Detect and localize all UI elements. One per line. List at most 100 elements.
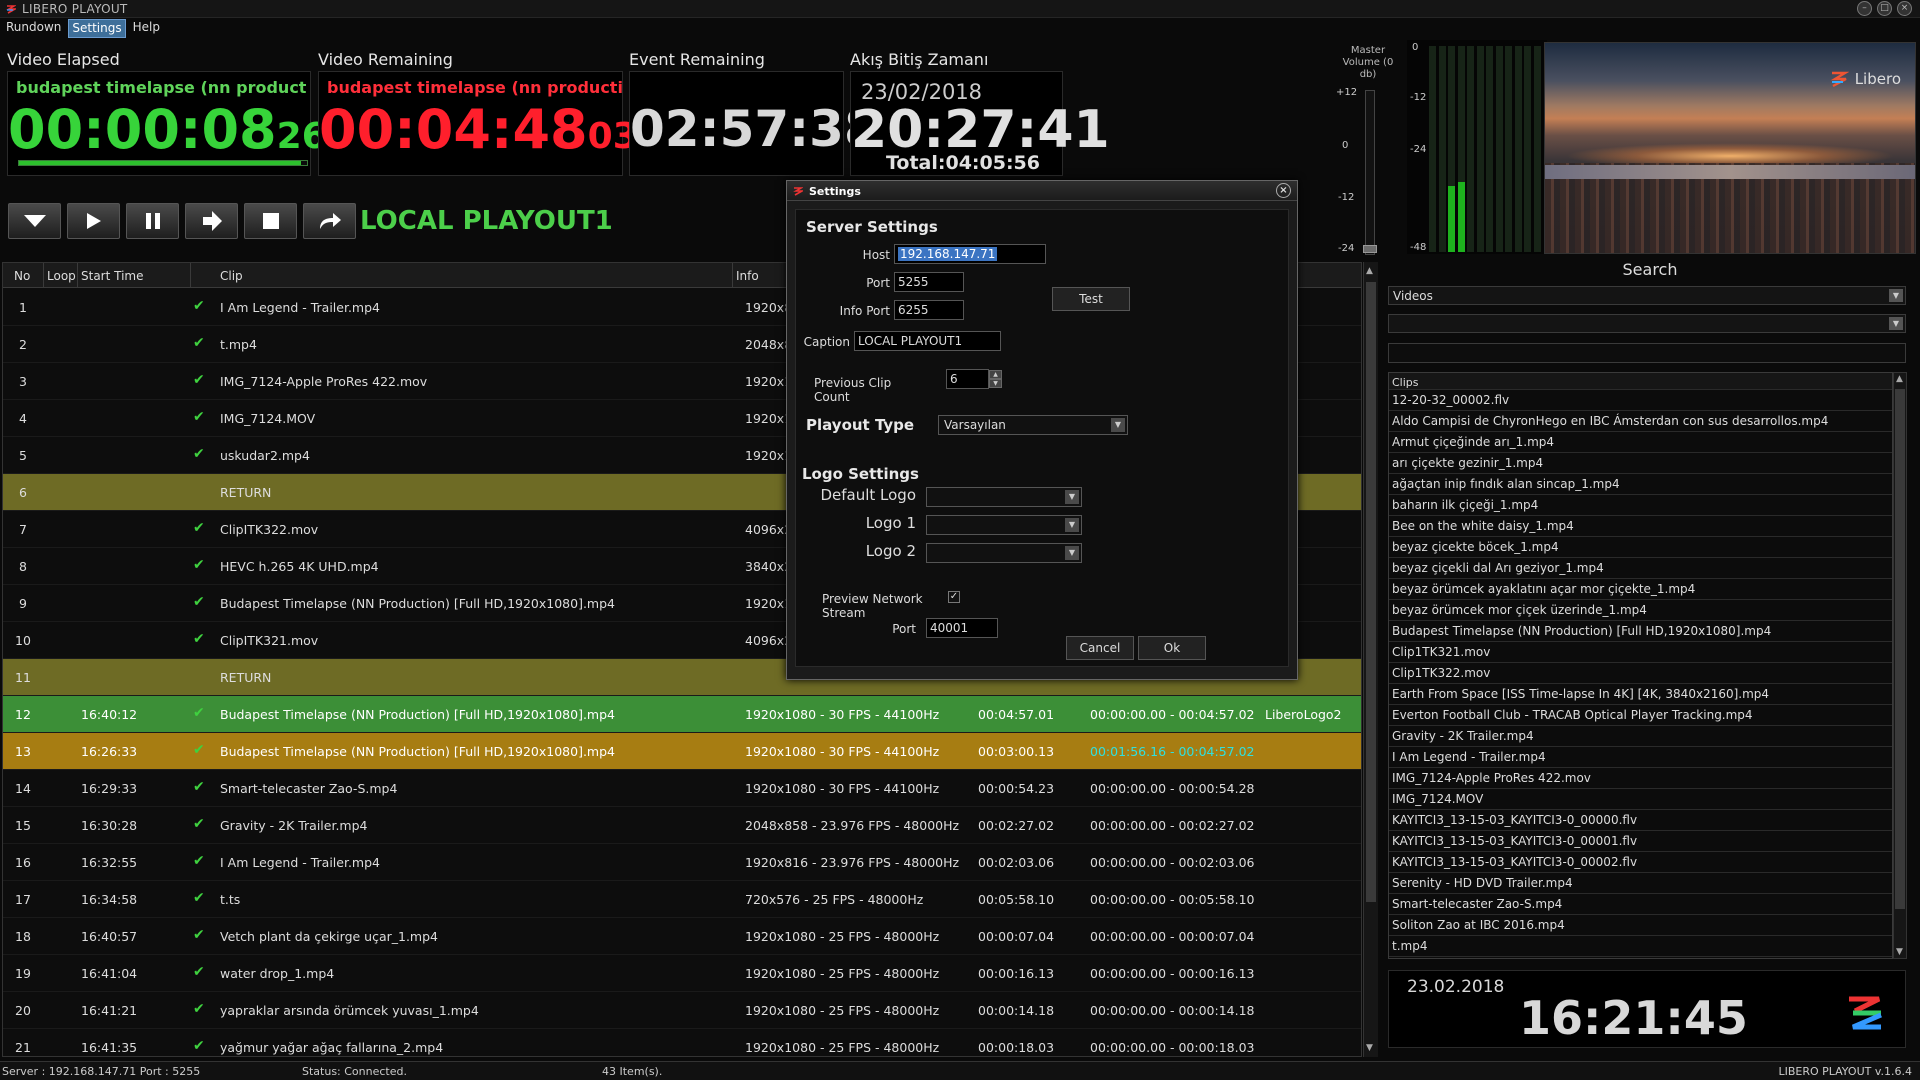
- clips-header[interactable]: Clips: [1389, 373, 1892, 390]
- load-next-button[interactable]: [8, 203, 61, 239]
- table-row[interactable]: 13 16:26:33 Budapest Timelapse (NN Product…: [3, 733, 1361, 770]
- clip-list-item[interactable]: Clip1TK321.mov: [1389, 642, 1892, 663]
- chevron-down-icon[interactable]: ▼: [1111, 418, 1125, 432]
- test-button[interactable]: Test: [1052, 287, 1130, 311]
- clips-scroll-thumb[interactable]: [1895, 389, 1905, 909]
- table-row[interactable]: 20 16:41:21 yapraklar arsında örümcek yuva…: [3, 992, 1361, 1029]
- clip-list-item[interactable]: Everton Football Club - TRACAB Optical P…: [1389, 705, 1892, 726]
- clips-scrollbar[interactable]: ▲ ▼: [1893, 372, 1907, 959]
- clip-list-item[interactable]: baharın ilk çiçeği_1.mp4: [1389, 495, 1892, 516]
- clip-list-item[interactable]: 12-20-32_00002.flv: [1389, 390, 1892, 411]
- logo1-select[interactable]: ▼: [926, 515, 1082, 535]
- column-divider[interactable]: [732, 263, 733, 288]
- table-row[interactable]: 21 16:41:35 yağmur yağar ağaç fallarına_2.…: [3, 1029, 1361, 1056]
- info-port-label: Info Port: [839, 304, 890, 318]
- clip-list-item[interactable]: Budapest Timelapse (NN Production) [Full…: [1389, 621, 1892, 642]
- column-divider[interactable]: [190, 263, 191, 288]
- dialog-close-button[interactable]: ×: [1276, 183, 1291, 198]
- default-logo-select[interactable]: ▼: [926, 487, 1082, 507]
- scroll-up-icon[interactable]: ▲: [1896, 374, 1903, 384]
- clip-list-item[interactable]: Clip1TK322.mov: [1389, 663, 1892, 684]
- table-row[interactable]: 16 16:32:55 I Am Legend - Trailer.mp4 1920x…: [3, 844, 1361, 881]
- master-volume-handle[interactable]: [1363, 245, 1377, 253]
- column-divider[interactable]: [77, 263, 78, 288]
- stop-button[interactable]: [244, 203, 297, 239]
- clip-list-item[interactable]: I Am Legend - Trailer.mp4: [1389, 747, 1892, 768]
- clip-list-item[interactable]: Serenity - HD DVD Trailer.mp4: [1389, 873, 1892, 894]
- table-row[interactable]: 15 16:30:28 Gravity - 2K Trailer.mp4 2048x8…: [3, 807, 1361, 844]
- column-divider[interactable]: [43, 263, 44, 288]
- clip-list-item[interactable]: IMG_7124-Apple ProRes 422.mov: [1389, 768, 1892, 789]
- chevron-down-icon[interactable]: ▼: [1889, 317, 1903, 330]
- clip-list-item[interactable]: Armut çiçeğinde arı_1.mp4: [1389, 432, 1892, 453]
- clip-list-item[interactable]: KAYITCI3_13-15-03_KAYITCI3-0_00002.flv: [1389, 852, 1892, 873]
- clip-list-item[interactable]: Soliton Zao at IBC 2016.mp4: [1389, 915, 1892, 936]
- clip-list-item[interactable]: Smart-telecaster Zao-S.mp4: [1389, 894, 1892, 915]
- header-start-time[interactable]: Start Time: [81, 269, 144, 283]
- chevron-down-icon[interactable]: ▼: [1889, 289, 1903, 302]
- clip-list-item[interactable]: beyaz çicekte böcek_1.mp4: [1389, 537, 1892, 558]
- header-info[interactable]: Info: [736, 269, 759, 283]
- menu-help[interactable]: Help: [130, 19, 163, 38]
- maximize-button[interactable]: □: [1877, 1, 1892, 16]
- clip-list-item[interactable]: beyaz çiçekli dal Arı geziyor_1.mp4: [1389, 558, 1892, 579]
- close-button[interactable]: ×: [1897, 1, 1912, 16]
- prev-clip-count-field[interactable]: 6: [946, 369, 989, 389]
- table-row[interactable]: 14 16:29:33 Smart-telecaster Zao-S.mp4 1920…: [3, 770, 1361, 807]
- minimize-button[interactable]: –: [1857, 1, 1872, 16]
- clip-list-item[interactable]: Bee on the white daisy_1.mp4: [1389, 516, 1892, 537]
- scroll-up-icon[interactable]: ▲: [1366, 266, 1373, 276]
- menu-rundown[interactable]: Rundown: [3, 19, 64, 38]
- spin-down-icon[interactable]: ▼: [989, 379, 1002, 388]
- table-row[interactable]: 19 16:41:04 water drop_1.mp4 1920x1080 - 25…: [3, 955, 1361, 992]
- folder-select[interactable]: ▼: [1388, 314, 1906, 333]
- media-type-select[interactable]: Videos ▼: [1388, 286, 1906, 305]
- playout-type-select[interactable]: Varsayılan ▼: [938, 415, 1128, 435]
- table-row[interactable]: 12 16:40:12 Budapest Timelapse (NN Product…: [3, 696, 1361, 733]
- spin-up-icon[interactable]: ▲: [989, 370, 1002, 379]
- header-loop[interactable]: Loop: [47, 269, 76, 283]
- skip-button[interactable]: [303, 203, 356, 239]
- info-port-field[interactable]: 6255: [894, 300, 964, 320]
- clip-list-item[interactable]: beyaz örümcek ayaklatını açar mor çiçekt…: [1389, 579, 1892, 600]
- header-clip[interactable]: Clip: [220, 269, 243, 283]
- clip-list-item[interactable]: t.mp4: [1389, 936, 1892, 957]
- host-field[interactable]: 192.168.147.71: [894, 244, 1046, 264]
- stream-port-field[interactable]: 40001: [926, 618, 998, 638]
- menu-settings[interactable]: Settings: [68, 19, 126, 38]
- logo2-select[interactable]: ▼: [926, 543, 1082, 563]
- search-input[interactable]: [1388, 343, 1906, 363]
- rundown-scrollbar[interactable]: ▲ ▼: [1363, 262, 1378, 1057]
- preview-stream-checkbox[interactable]: ✓: [948, 591, 960, 603]
- header-no[interactable]: No: [14, 269, 30, 283]
- caption-field[interactable]: LOCAL PLAYOUT1: [854, 331, 1001, 351]
- cancel-button[interactable]: Cancel: [1066, 636, 1134, 660]
- scroll-down-icon[interactable]: ▼: [1366, 1043, 1373, 1053]
- play-button[interactable]: [67, 203, 120, 239]
- clip-list-item[interactable]: Aldo Campisi de ChyronHego en IBC Ámster…: [1389, 411, 1892, 432]
- row-start-time: 16:30:28: [81, 818, 138, 833]
- next-button[interactable]: [185, 203, 238, 239]
- clip-list-item[interactable]: beyaz örümcek mor çiçek üzerinde_1.mp4: [1389, 600, 1892, 621]
- clip-list-item[interactable]: ağaçtan inip fındık alan sincap_1.mp4: [1389, 474, 1892, 495]
- master-volume-slider[interactable]: [1365, 90, 1375, 255]
- ok-button[interactable]: Ok: [1138, 636, 1206, 660]
- logo1-label: Logo 1: [865, 514, 916, 532]
- pause-button[interactable]: [126, 203, 179, 239]
- rundown-scroll-thumb[interactable]: [1366, 282, 1376, 902]
- chevron-down-icon[interactable]: ▼: [1065, 546, 1079, 560]
- port-field[interactable]: 5255: [894, 272, 964, 292]
- clip-list-item[interactable]: KAYITCI3_13-15-03_KAYITCI3-0_00000.flv: [1389, 810, 1892, 831]
- clip-list-item[interactable]: Earth From Space [ISS Time-lapse In 4K] …: [1389, 684, 1892, 705]
- clip-list-item[interactable]: arı çiçekte gezinir_1.mp4: [1389, 453, 1892, 474]
- table-row[interactable]: 17 16:34:58 t.ts 720x576 - 25 FPS - 48000Hz…: [3, 881, 1361, 918]
- chevron-down-icon[interactable]: ▼: [1065, 490, 1079, 504]
- chevron-down-icon[interactable]: ▼: [1065, 518, 1079, 532]
- dialog-title-bar[interactable]: Settings ×: [787, 181, 1297, 201]
- scroll-down-icon[interactable]: ▼: [1896, 947, 1903, 957]
- clip-list-item[interactable]: KAYITCI3_13-15-03_KAYITCI3-0_00001.flv: [1389, 831, 1892, 852]
- clip-list-item[interactable]: IMG_7124.MOV: [1389, 789, 1892, 810]
- table-row[interactable]: 18 16:40:57 Vetch plant da çekirge uçar_1.…: [3, 918, 1361, 955]
- status-bar: Server : 192.168.147.71 Port : 5255 Stat…: [0, 1061, 1920, 1080]
- clip-list-item[interactable]: Gravity - 2K Trailer.mp4: [1389, 726, 1892, 747]
